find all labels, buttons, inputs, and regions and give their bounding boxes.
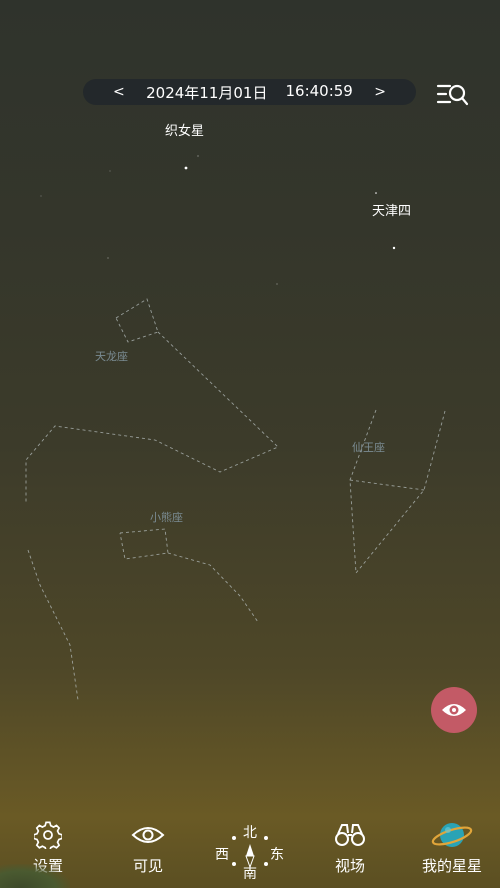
planet-icon (412, 815, 492, 855)
nav-my-stars[interactable]: 我的星星 (412, 815, 492, 885)
visible-label: 可见 (132, 857, 163, 875)
vega-label[interactable]: 织女星 (165, 120, 204, 139)
date-text: 2024年11月01日 (146, 83, 268, 102)
draco-lines (115, 298, 159, 343)
draco-label: 天龙座 (95, 350, 128, 363)
my-stars-label: 我的星星 (421, 857, 482, 875)
time-text: 16:40:59 (285, 81, 353, 100)
previous-time-button[interactable]: < (113, 84, 125, 100)
eye-outline-icon (108, 815, 188, 855)
next-time-button[interactable]: > (374, 84, 386, 100)
horizon-foliage (0, 864, 70, 888)
compass[interactable]: 北 南 西 东 (210, 818, 290, 884)
gear-icon (8, 815, 88, 855)
sky-chart[interactable] (0, 0, 500, 888)
vega-star (184, 166, 188, 170)
eye-icon (442, 704, 466, 716)
compass-arrow-icon (232, 836, 268, 869)
search-list-icon[interactable] (436, 82, 470, 108)
ursa-minor-lines (119, 528, 169, 560)
cepheus-label: 仙王座 (352, 441, 385, 454)
deneb-label[interactable]: 天津四 (372, 200, 411, 219)
binoculars-icon (310, 815, 390, 855)
nav-visible[interactable]: 可见 (108, 815, 188, 885)
deneb-star (392, 246, 396, 250)
field-of-view-label: 视场 (334, 857, 365, 875)
time-bar: < 2024年11月01日 16:40:59 > (83, 79, 416, 105)
cepheus-lines (349, 409, 446, 575)
view-mode-button[interactable] (431, 687, 477, 733)
ursa-minor-label: 小熊座 (150, 511, 183, 524)
nav-field-of-view[interactable]: 视场 (310, 815, 390, 885)
datetime-display[interactable]: 2024年11月01日 16:40:59 (146, 82, 353, 103)
